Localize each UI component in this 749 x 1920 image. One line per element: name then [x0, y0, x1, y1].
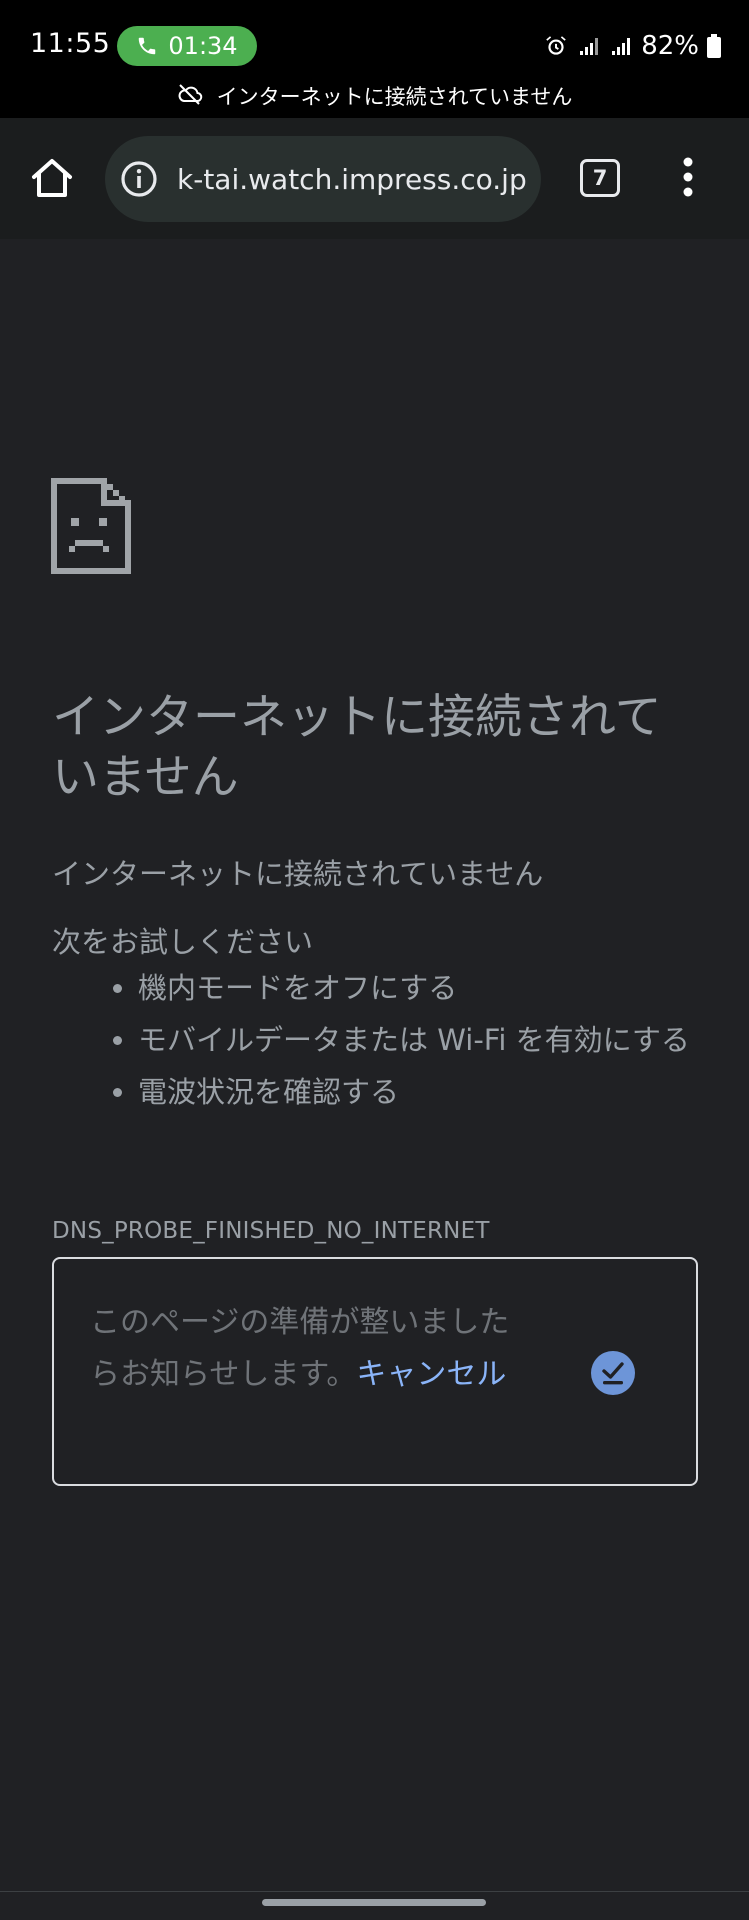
notify-cancel-link[interactable]: キャンセル [356, 1357, 506, 1392]
suggestions-heading: 次をお試しください [52, 925, 314, 959]
cloud-off-icon [177, 83, 203, 110]
info-icon [121, 161, 157, 197]
error-heading: インターネットに接続されていません [52, 690, 662, 805]
suggestion-item: 機内モードをオフにする [138, 962, 749, 1014]
status-time: 11:55 [30, 28, 111, 59]
nav-divider [0, 1891, 749, 1892]
suggestion-item: モバイルデータまたは Wi-Fi を有効にする [138, 1014, 749, 1066]
gesture-nav-handle[interactable] [262, 1899, 486, 1906]
more-vert-icon [682, 157, 694, 201]
home-icon [30, 157, 74, 203]
offline-banner: インターネットに接続されていません [0, 78, 749, 114]
error-subtext: インターネットに接続されていません [52, 857, 544, 891]
suggestions-list: 機内モードをオフにする モバイルデータまたは Wi-Fi を有効にする 電波状況… [52, 962, 749, 1118]
site-info-button[interactable] [119, 159, 159, 199]
signal-icon [609, 34, 633, 58]
tab-switcher-button[interactable]: 7 [580, 159, 620, 197]
omnibox[interactable]: k-tai.watch.impress.co.jp [105, 136, 541, 222]
notify-text: このページの準備が整いましたらお知らせします。キャンセル [90, 1297, 520, 1401]
alarm-icon [543, 33, 569, 59]
url-text[interactable]: k-tai.watch.impress.co.jp [177, 163, 527, 196]
offline-notify-card: このページの準備が整いましたらお知らせします。キャンセル [52, 1257, 698, 1486]
phone-icon [136, 35, 158, 57]
sad-document-icon [51, 478, 131, 574]
download-check-icon [591, 1351, 635, 1395]
ongoing-call-chip[interactable]: 01:34 [117, 26, 257, 66]
battery-icon [707, 34, 721, 58]
suggestion-item: 電波状況を確認する [138, 1066, 749, 1118]
home-button[interactable] [26, 154, 78, 206]
menu-button[interactable] [670, 153, 706, 205]
status-icons: 82% [543, 26, 721, 66]
call-duration: 01:34 [168, 32, 238, 60]
status-bar: 11:55 01:34 82% インターネットに接続されていません [0, 0, 749, 118]
signal-icon [577, 34, 601, 58]
screen: 11:55 01:34 82% インターネットに接続されていません k-tai.… [0, 0, 749, 1920]
tab-count: 7 [592, 166, 608, 190]
error-code: DNS_PROBE_FINISHED_NO_INTERNET [52, 1218, 490, 1244]
battery-percent: 82% [641, 31, 699, 61]
offline-banner-text: インターネットに接続されていません [216, 85, 573, 109]
browser-toolbar: k-tai.watch.impress.co.jp 7 [0, 118, 749, 239]
